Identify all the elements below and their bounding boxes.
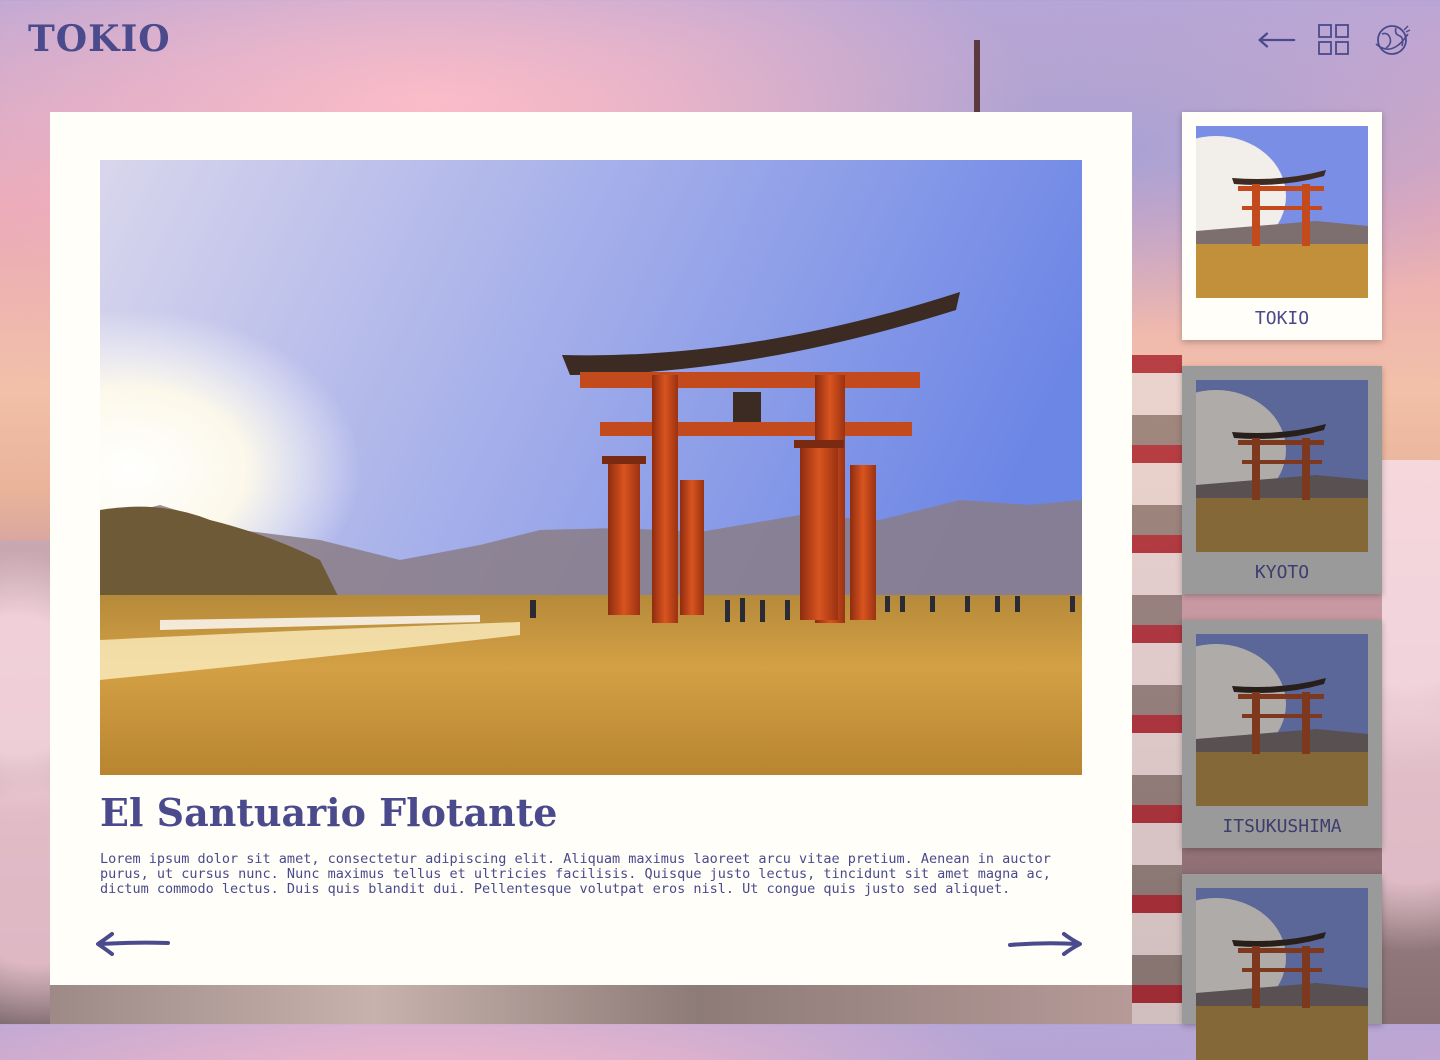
next-button[interactable] [1004,926,1084,960]
thumbnail-itsukushima[interactable]: ITSUKUSHIMA [1182,620,1382,848]
top-navigation [1256,20,1412,60]
thumbnail-image [1196,380,1368,552]
grid-icon[interactable] [1314,20,1354,60]
place-title: El Santuario Flotante [100,790,558,835]
thumbnail-label: KYOTO [1254,562,1310,583]
background-tower [962,40,992,112]
thumbnail-tokio[interactable]: TOKIO [1182,112,1382,340]
previous-button[interactable] [94,926,174,960]
place-description: Lorem ipsum dolor sit amet, consectetur … [100,851,1051,897]
background-cherry-tree-right [1382,460,1440,1024]
site-logo[interactable]: TOKIO [28,18,171,60]
globe-icon[interactable] [1372,20,1412,60]
thumbnail-kyoto[interactable]: KYOTO [1182,366,1382,594]
thumbnail-image [1196,888,1368,1060]
thumbnail-image [1196,634,1368,806]
thumbnail-label: TOKIO [1254,308,1310,329]
background-bottom-strip [50,985,1132,1024]
thumbnail-next[interactable] [1182,874,1382,1060]
main-card: El Santuario Flotante Lorem ipsum dolor … [50,112,1132,985]
back-arrow-icon[interactable] [1256,20,1296,60]
thumbnail-image [1196,126,1368,298]
thumbnail-label: ITSUKUSHIMA [1222,816,1342,837]
hero-image [100,160,1082,775]
background-temple [1132,355,1182,1024]
